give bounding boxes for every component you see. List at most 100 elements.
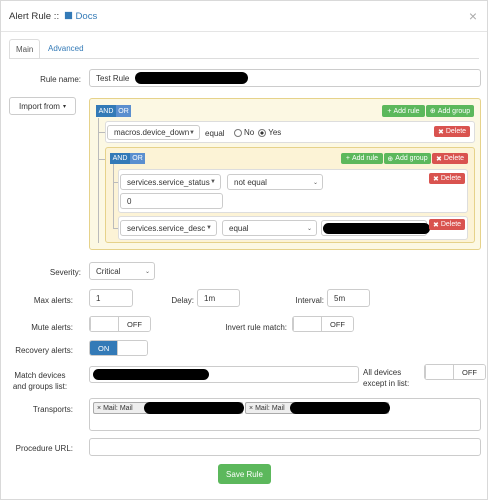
save-rule-button[interactable]: Save Rule [218,464,271,484]
add-rule-label: Add rule [393,107,420,115]
redacted-transport-1 [144,402,244,414]
x-icon: ✖ [437,128,444,136]
interval-value: 5m [334,293,346,303]
invert-rule-label: Invert rule match: [225,323,287,332]
or-button[interactable]: OR [116,105,131,117]
delete-label: Delete [443,155,465,162]
severity-select[interactable]: Critical ⌄ [89,262,155,280]
operator-value-3: equal [229,223,249,233]
delete-label: Delete [440,221,462,228]
redacted-devices [93,369,209,380]
radio-yes[interactable] [258,128,267,137]
remove-x-icon[interactable]: × [249,405,253,412]
recovery-alerts-label: Recovery alerts: [15,346,73,355]
field-select-3[interactable]: services.service_desc ▼ [120,220,217,236]
field-select-2[interactable]: services.service_status ▼ [120,174,221,190]
delete-rule-1-button[interactable]: ✖ Delete [434,126,470,137]
invert-rule-toggle[interactable]: OFF [292,316,354,332]
title-text: Alert Rule :: [9,11,60,22]
match-devices-label-line1: Match devices [14,371,66,380]
transports-label: Transports: [32,405,73,414]
delay-label: Delay: [171,296,194,305]
caret-down-icon: ▼ [210,179,216,185]
x-icon: ✖ [432,175,439,183]
tab-divider [9,58,479,59]
import-label: Import from [19,101,60,111]
transport-label-2: Mail: Mail [255,404,285,412]
docs-link[interactable]: Docs [75,11,97,22]
close-icon[interactable]: × [469,8,477,24]
match-devices-label: Match devices and groups list: [6,370,74,392]
all-devices-label-line2: except in list: [363,379,410,388]
operator-text-1: equal [205,129,225,138]
plus-circle-icon: ⊕ [429,108,436,115]
redacted-name [135,72,248,84]
tree-line [98,118,99,243]
rule-name-label: Rule name: [40,75,81,84]
match-devices-label-line2: and groups list: [12,382,68,391]
inner-add-group-button[interactable]: ⊕ Add group [384,153,431,164]
toggle-handle [425,365,453,379]
procedure-url-label: Procedure URL: [15,444,73,453]
field-value-2: services.service_status [127,177,210,187]
operator-value-2: not equal [234,177,267,187]
delete-rule-2-button[interactable]: ✖ Delete [429,173,465,184]
add-group-label: Add group [395,155,428,162]
plus-circle-icon: ⊕ [387,155,394,163]
add-group-button[interactable]: ⊕ Add group [426,105,474,117]
remove-x-icon[interactable]: × [97,405,101,412]
toggle-handle [293,317,321,331]
delete-label: Delete [445,128,467,135]
tree-line [113,164,114,228]
toggle-handle [90,317,118,331]
operator-select-2[interactable]: not equal ⌄ [227,174,323,190]
toggle-state: ON [90,341,118,355]
all-devices-toggle[interactable]: OFF [424,364,486,380]
inner-add-rule-button[interactable]: + Add rule [341,153,383,164]
dialog-header: Alert Rule :: Docs × [1,1,487,32]
caret-down-icon: ▾ [62,103,66,110]
severity-label: Severity: [49,268,81,277]
interval-input[interactable]: 5m [327,289,370,307]
toggle-state: OFF [118,317,150,331]
transport-label-1: Mail: Mail [103,404,133,412]
inner-or-button[interactable]: OR [130,153,145,164]
tab-advanced[interactable]: Advanced [42,39,90,59]
field-value-1: macros.device_down [114,128,190,137]
add-group-label: Add group [437,107,471,115]
delete-group-button[interactable]: ✖ Delete [432,153,468,164]
interval-label: Interval: [295,296,324,305]
recovery-alerts-toggle[interactable]: ON [89,340,149,356]
field-value-3: services.service_desc [127,223,206,233]
add-rule-button[interactable]: + Add rule [382,105,425,117]
severity-value: Critical [96,266,121,276]
boolean-radio-group: No Yes [232,128,281,137]
toggle-state: OFF [321,317,353,331]
radio-no[interactable] [234,128,242,137]
max-alerts-label: Max alerts: [33,296,73,305]
value-input-2[interactable]: 0 [120,193,223,209]
import-from-button[interactable]: Import from ▾ [9,97,76,115]
plus-icon: + [387,107,392,115]
caret-down-icon: ▼ [189,129,195,136]
book-icon [64,11,72,20]
and-button[interactable]: AND [96,105,116,117]
field-select-1[interactable]: macros.device_down ▼ [107,125,200,140]
delete-label: Delete [440,175,462,182]
procedure-url-input[interactable] [89,438,481,456]
delay-input[interactable]: 1m [197,289,240,307]
value-text-2: 0 [127,196,132,206]
x-icon: ✖ [432,221,439,229]
tab-main[interactable]: Main [9,39,41,59]
all-devices-label-line1: All devices [363,368,402,377]
radio-no-label: No [244,128,255,137]
redacted-value [323,223,430,234]
delete-rule-3-button[interactable]: ✖ Delete [429,219,465,230]
mute-alerts-label: Mute alerts: [31,323,73,332]
radio-yes-label: Yes [268,128,282,137]
inner-and-button[interactable]: AND [110,153,130,164]
operator-select-3[interactable]: equal ⌄ [222,220,317,236]
mute-alerts-toggle[interactable]: OFF [89,316,151,332]
max-alerts-input[interactable]: 1 [89,289,133,307]
x-icon: ✖ [435,155,442,163]
